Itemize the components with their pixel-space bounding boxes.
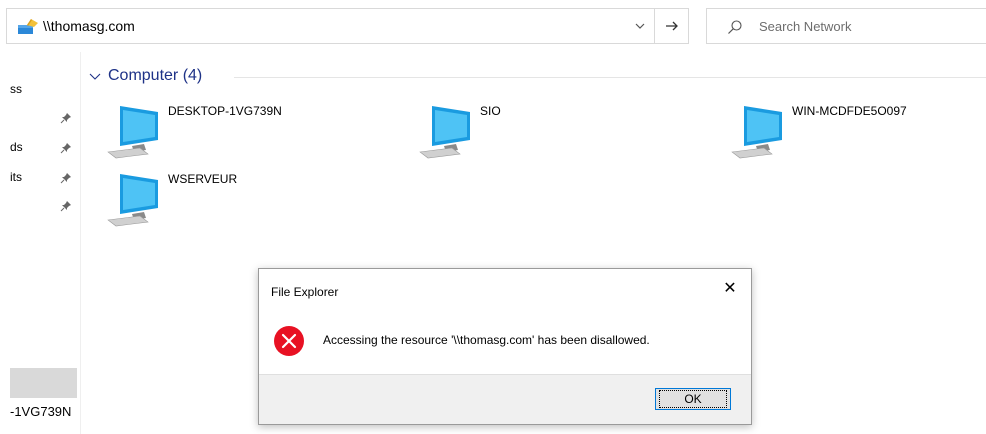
pin-icon[interactable] [60, 112, 72, 124]
ok-label: OK [659, 390, 727, 408]
nav-selected-item[interactable] [10, 368, 77, 398]
error-dialog: File Explorer ✕ Accessing the resource '… [258, 268, 752, 425]
go-button[interactable] [654, 9, 688, 43]
nav-item-label[interactable]: ds [10, 140, 23, 154]
computer-item[interactable]: SIO [418, 104, 618, 164]
computer-name: WIN-MCDFDE5O097 [792, 104, 907, 118]
search-icon [728, 20, 742, 34]
address-bar[interactable]: \\thomasg.com [6, 8, 689, 44]
pane-divider[interactable] [80, 52, 81, 434]
computer-icon [419, 106, 470, 159]
computer-item[interactable]: WSERVEUR [106, 172, 306, 232]
ok-button[interactable]: OK [655, 388, 731, 410]
computer-icon [107, 106, 158, 159]
network-drive-icon [18, 19, 38, 34]
computer-name: SIO [480, 104, 501, 118]
computer-item[interactable]: WIN-MCDFDE5O097 [730, 104, 970, 164]
search-box[interactable]: Search Network [706, 8, 986, 44]
error-icon [274, 326, 304, 356]
pin-icon[interactable] [60, 172, 72, 184]
pin-icon[interactable] [60, 200, 72, 212]
computer-icon [107, 174, 158, 227]
computer-name: DESKTOP-1VG739N [168, 104, 282, 118]
group-title: Computer (4) [108, 67, 203, 84]
chevron-down-icon [635, 23, 645, 29]
computer-item[interactable]: DESKTOP-1VG739N [106, 104, 336, 164]
group-header-computer[interactable]: Computer (4) [88, 66, 202, 86]
search-input[interactable]: Search Network [759, 19, 851, 34]
nav-item-computer[interactable]: -1VG739N [10, 404, 71, 419]
dialog-message: Accessing the resource '\\thomasg.com' h… [323, 333, 650, 347]
computer-name: WSERVEUR [168, 172, 238, 186]
computer-icon [731, 106, 782, 159]
pin-icon[interactable] [60, 142, 72, 154]
nav-item-label[interactable]: its [10, 170, 22, 184]
address-path[interactable]: \\thomasg.com [43, 18, 135, 34]
dialog-footer: OK [259, 374, 751, 424]
close-button[interactable]: ✕ [715, 275, 745, 301]
group-divider [234, 77, 986, 78]
close-icon: ✕ [723, 280, 737, 297]
nav-item-label[interactable]: ss [10, 82, 22, 96]
address-history-button[interactable] [622, 9, 658, 43]
chevron-down-icon [89, 73, 101, 80]
dialog-title: File Explorer [271, 285, 339, 299]
arrow-right-icon [665, 21, 678, 31]
